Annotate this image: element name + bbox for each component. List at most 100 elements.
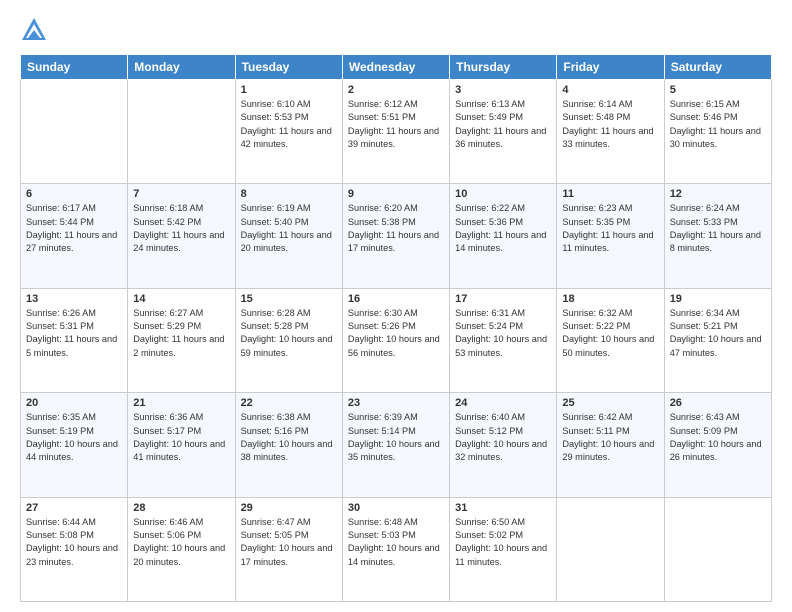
day-info: Sunrise: 6:28 AM Sunset: 5:28 PM Dayligh… <box>241 307 337 360</box>
calendar-cell: 21 Sunrise: 6:36 AM Sunset: 5:17 PM Dayli… <box>128 393 235 497</box>
day-number: 13 <box>26 293 122 305</box>
calendar-cell: 3 Sunrise: 6:13 AM Sunset: 5:49 PM Daylig… <box>450 80 557 184</box>
day-info: Sunrise: 6:31 AM Sunset: 5:24 PM Dayligh… <box>455 307 551 360</box>
day-number: 17 <box>455 293 551 305</box>
day-info: Sunrise: 6:42 AM Sunset: 5:11 PM Dayligh… <box>562 411 658 464</box>
week-row-4: 20 Sunrise: 6:35 AM Sunset: 5:19 PM Dayli… <box>21 393 772 497</box>
day-info: Sunrise: 6:20 AM Sunset: 5:38 PM Dayligh… <box>348 202 444 255</box>
day-info: Sunrise: 6:36 AM Sunset: 5:17 PM Dayligh… <box>133 411 229 464</box>
day-info: Sunrise: 6:39 AM Sunset: 5:14 PM Dayligh… <box>348 411 444 464</box>
logo <box>20 16 52 44</box>
page: SundayMondayTuesdayWednesdayThursdayFrid… <box>0 0 792 612</box>
day-number: 1 <box>241 84 337 96</box>
week-row-3: 13 Sunrise: 6:26 AM Sunset: 5:31 PM Dayli… <box>21 288 772 392</box>
day-number: 31 <box>455 502 551 514</box>
day-info: Sunrise: 6:10 AM Sunset: 5:53 PM Dayligh… <box>241 98 337 151</box>
day-info: Sunrise: 6:43 AM Sunset: 5:09 PM Dayligh… <box>670 411 766 464</box>
calendar-cell: 1 Sunrise: 6:10 AM Sunset: 5:53 PM Daylig… <box>235 80 342 184</box>
calendar-cell: 22Sunrise: 6:38 AM Sunset: 5:16 PM Dayli… <box>235 393 342 497</box>
day-header-saturday: Saturday <box>664 55 771 80</box>
day-number: 6 <box>26 188 122 200</box>
day-number: 4 <box>562 84 658 96</box>
day-number: 28 <box>133 502 229 514</box>
calendar-cell: 10Sunrise: 6:22 AM Sunset: 5:36 PM Dayli… <box>450 184 557 288</box>
day-number: 25 <box>562 397 658 409</box>
week-row-2: 6Sunrise: 6:17 AM Sunset: 5:44 PM Daylig… <box>21 184 772 288</box>
calendar-cell: 13 Sunrise: 6:26 AM Sunset: 5:31 PM Dayli… <box>21 288 128 392</box>
days-header-row: SundayMondayTuesdayWednesdayThursdayFrid… <box>21 55 772 80</box>
calendar-cell: 30 Sunrise: 6:48 AM Sunset: 5:03 PM Dayli… <box>342 497 449 601</box>
logo-icon <box>20 16 48 44</box>
day-number: 15 <box>241 293 337 305</box>
day-number: 23 <box>348 397 444 409</box>
day-info: Sunrise: 6:35 AM Sunset: 5:19 PM Dayligh… <box>26 411 122 464</box>
day-number: 2 <box>348 84 444 96</box>
calendar-cell <box>664 497 771 601</box>
calendar-cell: 25 Sunrise: 6:42 AM Sunset: 5:11 PM Dayli… <box>557 393 664 497</box>
day-number: 22 <box>241 397 337 409</box>
calendar-cell: 20 Sunrise: 6:35 AM Sunset: 5:19 PM Dayli… <box>21 393 128 497</box>
day-info: Sunrise: 6:13 AM Sunset: 5:49 PM Dayligh… <box>455 98 551 151</box>
calendar-cell: 16 Sunrise: 6:30 AM Sunset: 5:26 PM Dayli… <box>342 288 449 392</box>
day-number: 30 <box>348 502 444 514</box>
day-info: Sunrise: 6:14 AM Sunset: 5:48 PM Dayligh… <box>562 98 658 151</box>
week-row-5: 27 Sunrise: 6:44 AM Sunset: 5:08 PM Dayli… <box>21 497 772 601</box>
calendar-cell <box>557 497 664 601</box>
calendar-cell: 4 Sunrise: 6:14 AM Sunset: 5:48 PM Daylig… <box>557 80 664 184</box>
day-number: 3 <box>455 84 551 96</box>
day-number: 19 <box>670 293 766 305</box>
day-info: Sunrise: 6:15 AM Sunset: 5:46 PM Dayligh… <box>670 98 766 151</box>
calendar-cell: 24 Sunrise: 6:40 AM Sunset: 5:12 PM Dayli… <box>450 393 557 497</box>
day-info: Sunrise: 6:47 AM Sunset: 5:05 PM Dayligh… <box>241 516 337 569</box>
calendar-cell <box>21 80 128 184</box>
day-number: 14 <box>133 293 229 305</box>
day-number: 27 <box>26 502 122 514</box>
day-info: Sunrise: 6:12 AM Sunset: 5:51 PM Dayligh… <box>348 98 444 151</box>
calendar-cell: 17 Sunrise: 6:31 AM Sunset: 5:24 PM Dayli… <box>450 288 557 392</box>
day-number: 26 <box>670 397 766 409</box>
calendar-cell: 12Sunrise: 6:24 AM Sunset: 5:33 PM Dayli… <box>664 184 771 288</box>
day-number: 18 <box>562 293 658 305</box>
day-number: 29 <box>241 502 337 514</box>
day-info: Sunrise: 6:46 AM Sunset: 5:06 PM Dayligh… <box>133 516 229 569</box>
day-number: 16 <box>348 293 444 305</box>
day-number: 7 <box>133 188 229 200</box>
day-number: 8 <box>241 188 337 200</box>
day-number: 10 <box>455 188 551 200</box>
day-info: Sunrise: 6:19 AM Sunset: 5:40 PM Dayligh… <box>241 202 337 255</box>
calendar-cell: 29 Sunrise: 6:47 AM Sunset: 5:05 PM Dayli… <box>235 497 342 601</box>
calendar-cell: 15 Sunrise: 6:28 AM Sunset: 5:28 PM Dayli… <box>235 288 342 392</box>
calendar-cell <box>128 80 235 184</box>
calendar-table: SundayMondayTuesdayWednesdayThursdayFrid… <box>20 54 772 602</box>
day-number: 21 <box>133 397 229 409</box>
day-info: Sunrise: 6:44 AM Sunset: 5:08 PM Dayligh… <box>26 516 122 569</box>
calendar-cell: 31 Sunrise: 6:50 AM Sunset: 5:02 PM Dayli… <box>450 497 557 601</box>
day-header-wednesday: Wednesday <box>342 55 449 80</box>
day-info: Sunrise: 6:40 AM Sunset: 5:12 PM Dayligh… <box>455 411 551 464</box>
calendar-cell: 8 Sunrise: 6:19 AM Sunset: 5:40 PM Daylig… <box>235 184 342 288</box>
day-info: Sunrise: 6:30 AM Sunset: 5:26 PM Dayligh… <box>348 307 444 360</box>
header <box>20 16 772 44</box>
calendar-cell: 19 Sunrise: 6:34 AM Sunset: 5:21 PM Dayli… <box>664 288 771 392</box>
calendar-cell: 2 Sunrise: 6:12 AM Sunset: 5:51 PM Daylig… <box>342 80 449 184</box>
day-number: 20 <box>26 397 122 409</box>
day-header-monday: Monday <box>128 55 235 80</box>
day-info: Sunrise: 6:27 AM Sunset: 5:29 PM Dayligh… <box>133 307 229 360</box>
day-header-friday: Friday <box>557 55 664 80</box>
day-number: 24 <box>455 397 551 409</box>
day-number: 9 <box>348 188 444 200</box>
calendar-cell: 14 Sunrise: 6:27 AM Sunset: 5:29 PM Dayli… <box>128 288 235 392</box>
calendar-cell: 11Sunrise: 6:23 AM Sunset: 5:35 PM Dayli… <box>557 184 664 288</box>
day-info: Sunrise: 6:34 AM Sunset: 5:21 PM Dayligh… <box>670 307 766 360</box>
calendar-cell: 9 Sunrise: 6:20 AM Sunset: 5:38 PM Daylig… <box>342 184 449 288</box>
calendar-cell: 18 Sunrise: 6:32 AM Sunset: 5:22 PM Dayli… <box>557 288 664 392</box>
calendar-cell: 27 Sunrise: 6:44 AM Sunset: 5:08 PM Dayli… <box>21 497 128 601</box>
calendar-cell: 6Sunrise: 6:17 AM Sunset: 5:44 PM Daylig… <box>21 184 128 288</box>
day-info: Sunrise: 6:26 AM Sunset: 5:31 PM Dayligh… <box>26 307 122 360</box>
day-info: Sunrise: 6:50 AM Sunset: 5:02 PM Dayligh… <box>455 516 551 569</box>
calendar-cell: 28 Sunrise: 6:46 AM Sunset: 5:06 PM Dayli… <box>128 497 235 601</box>
day-info: Sunrise: 6:32 AM Sunset: 5:22 PM Dayligh… <box>562 307 658 360</box>
day-number: 11 <box>562 188 658 200</box>
day-info: Sunrise: 6:48 AM Sunset: 5:03 PM Dayligh… <box>348 516 444 569</box>
day-number: 12 <box>670 188 766 200</box>
